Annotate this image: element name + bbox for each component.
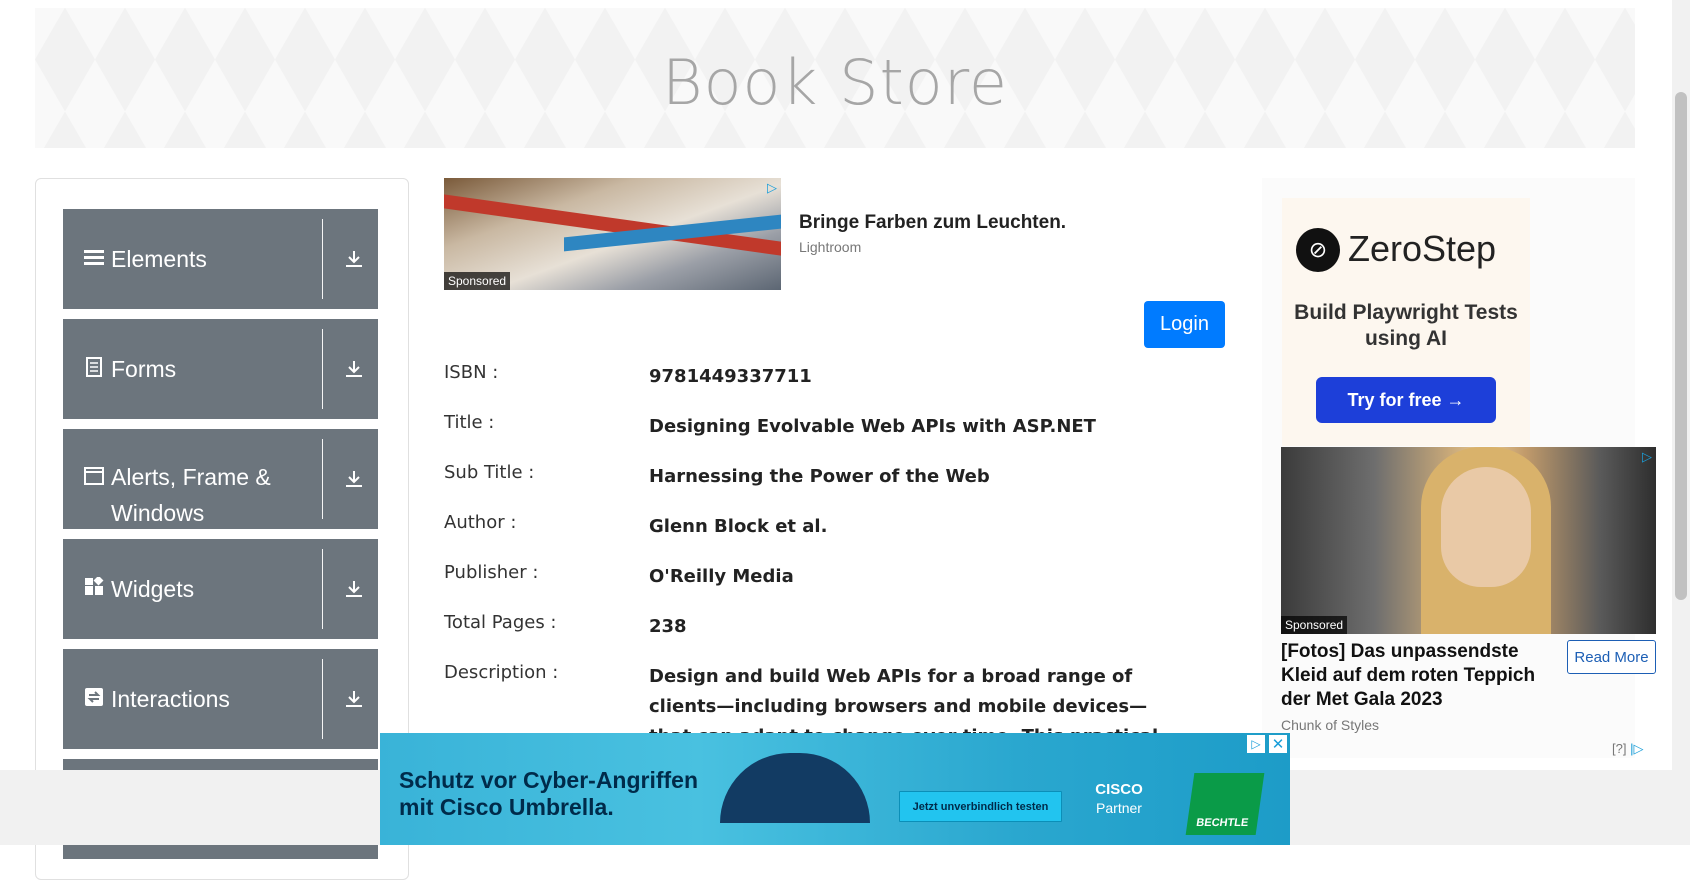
field-key: Title : [444,412,495,433]
close-icon[interactable]: ✕ [1269,735,1287,753]
field-key: Sub Title : [444,462,535,483]
ad-headline[interactable]: Bringe Farben zum Leuchten. [799,212,1066,234]
document-icon [83,356,105,382]
interactions-icon [83,687,105,711]
download-arrow-icon[interactable] [342,209,366,309]
adchoices-icon[interactable]: ▷ [767,180,777,196]
sidebar-group-label: Alerts, Frame & [111,464,271,490]
field-key: Author : [444,512,517,533]
cisco-logo: CISCO Partner [1084,781,1154,818]
sidebar-group-alerts[interactable]: Alerts, Frame & Windows [63,429,378,529]
sidebar-group-label: Interactions [111,685,230,712]
download-arrow-icon[interactable] [342,649,366,749]
zerostep-tagline: Build Playwright Tests using AI [1294,301,1518,350]
cisco-partner-text: Partner [1096,800,1142,816]
sidebar-group-label-wrap: Elements [83,209,311,309]
try-free-button[interactable]: Try for free → [1316,377,1496,423]
umbrella-icon [720,753,870,823]
gala-decor [1441,467,1531,587]
sidebar-group-elements[interactable]: Elements [63,209,378,309]
sidebar-group-label: Forms [111,355,177,382]
sidebar-group-label-wrap: Alerts, Frame & Windows [83,429,311,529]
bottom-ad-text: Schutz vor Cyber-Angriffen mit Cisco Umb… [399,767,698,821]
adchoices-icon[interactable]: ▷ [1247,735,1265,753]
sidebar-group-interactions[interactable]: Interactions [63,649,378,749]
page-title: Book Store [662,46,1008,119]
download-arrow-icon[interactable] [342,539,366,639]
scrollbar-thumb[interactable] [1675,92,1687,600]
gala-ad-image[interactable]: Sponsored ▷ [1281,447,1656,634]
field-key: ISBN : [444,362,499,383]
header-banner: Book Store [35,8,1635,148]
sidebar-group-widgets[interactable]: Widgets [63,539,378,639]
gala-ad-source: Chunk of Styles [1281,717,1380,733]
read-more-button[interactable]: Read More [1567,640,1656,674]
ad-info-text: [?] [1612,741,1627,756]
divider [322,329,323,409]
field-value: Glenn Block et al. [649,516,828,537]
sidebar-group-label-wrap: Widgets [83,539,311,639]
download-arrow-icon[interactable] [342,429,366,529]
ad-image[interactable]: Sponsored ▷ [444,178,781,290]
field-value: 238 [649,616,687,637]
field-value: 9781449337711 [649,366,812,387]
bottom-ad-line2: mit Cisco Umbrella. [399,794,614,820]
sponsored-badge: Sponsored [444,272,511,290]
field-key: Total Pages : [444,612,557,633]
zerostep-brand: ZeroStep [1348,228,1497,269]
divider [322,659,323,739]
sidebar-group-label-wrap: Forms [83,319,311,419]
window-icon [83,467,105,490]
field-key: Publisher : [444,562,539,583]
bechtle-text: BECHTLE [1195,817,1250,829]
sidebar-group-label-wrap: Interactions [83,649,311,749]
bechtle-logo: BECHTLE [1185,773,1265,835]
divider [322,549,323,629]
zerostep-logo-icon: ⊘ [1296,228,1340,272]
cisco-text: CISCO [1095,781,1143,798]
adchoices-icon[interactable]: |▷ [1630,741,1643,756]
bottom-ad-cta-button[interactable]: Jetzt unverbindlich testen [899,791,1062,822]
login-button[interactable]: Login [1144,301,1225,348]
divider [322,439,323,519]
field-key: Description : [444,662,559,683]
bottom-ad-banner[interactable]: Schutz vor Cyber-Angriffen mit Cisco Umb… [380,733,1290,845]
download-arrow-icon[interactable] [342,319,366,419]
gala-ad-title[interactable]: [Fotos] Das unpassendste Kleid auf dem r… [1281,640,1561,712]
bottom-ad-line1: Schutz vor Cyber-Angriffen [399,767,699,793]
sidebar-group-label: Elements [111,245,207,272]
field-value: Harnessing the Power of the Web [649,466,990,487]
adchoices-icon[interactable]: ▷ [1642,449,1652,465]
field-value: Designing Evolvable Web APIs with ASP.NE… [649,416,1096,437]
sidebar-group-forms[interactable]: Forms [63,319,378,419]
ad-source: Lightroom [799,239,862,255]
sidebar-group-label-line2: Windows [111,500,205,526]
field-value: O'Reilly Media [649,566,794,587]
sidebar-group-label-multi: Alerts, Frame & Windows [111,459,271,531]
sponsored-badge: Sponsored [1281,616,1348,634]
hamburger-icon [83,248,105,271]
sidebar-group-label: Widgets [111,575,195,602]
ad-info-link[interactable]: [?] |▷ [1612,741,1643,757]
divider [322,219,323,299]
widgets-icon [83,575,105,602]
